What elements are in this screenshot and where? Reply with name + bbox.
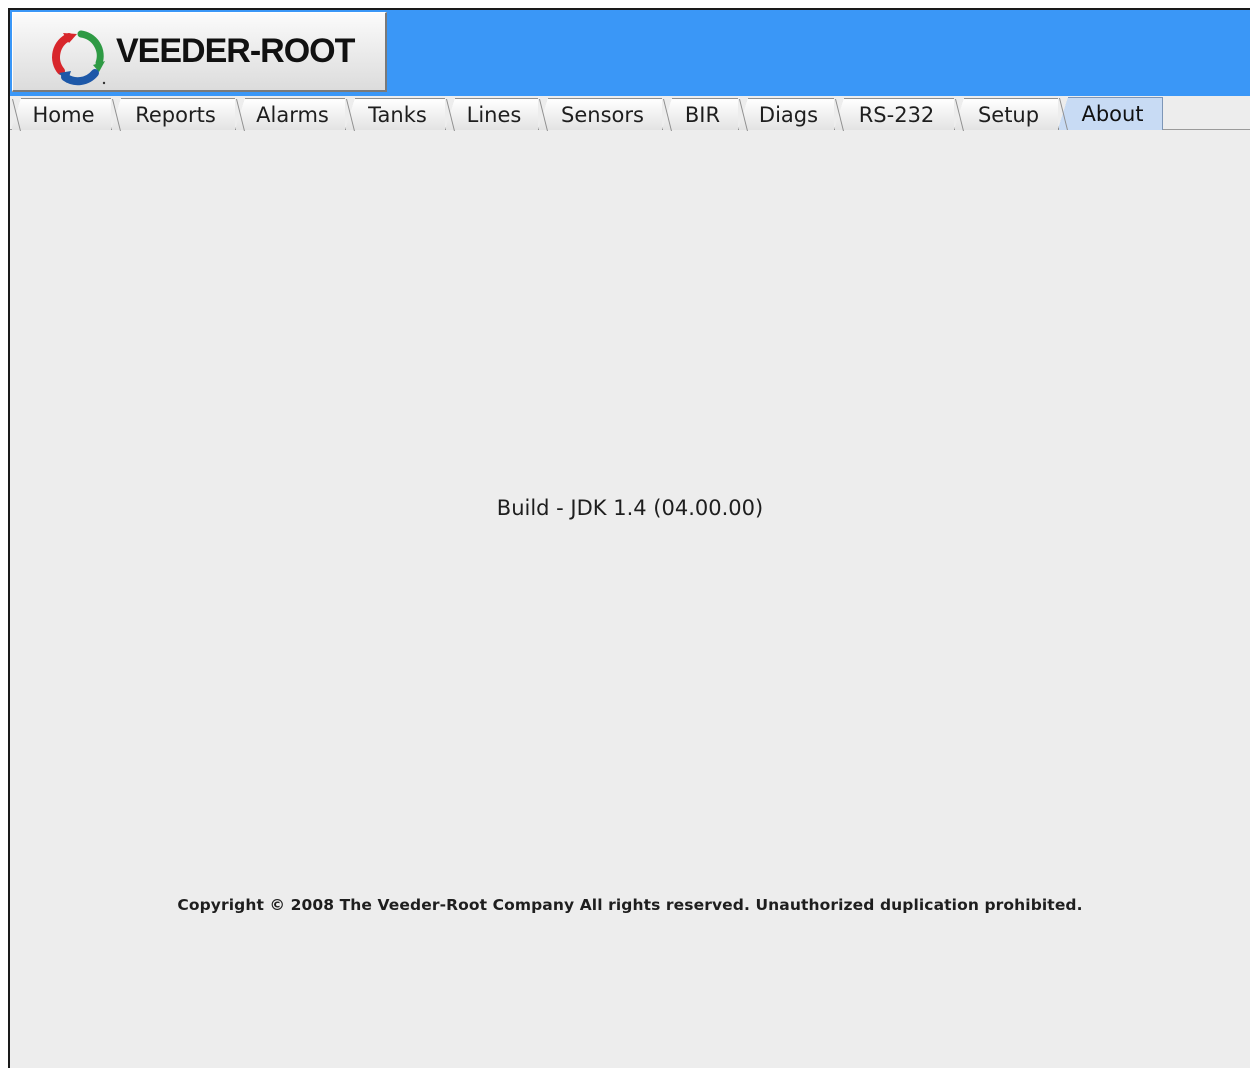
tab-reports[interactable]: Reports <box>111 98 236 130</box>
tab-label: Reports <box>135 102 216 127</box>
tab-label: Alarms <box>256 102 329 127</box>
tab-alarms[interactable]: Alarms <box>235 98 346 130</box>
tab-home[interactable]: Home <box>11 98 112 130</box>
tab-bir[interactable]: BIR <box>662 98 739 130</box>
logo-panel: VEEDER-ROOT <box>12 12 387 92</box>
tab-strip: Home Reports Alarms Tanks Lines Sensors … <box>10 96 1250 132</box>
tab-setup[interactable]: Setup <box>954 98 1059 130</box>
tab-label: Diags <box>758 102 819 127</box>
about-panel: Build - JDK 1.4 (04.00.00) Copyright © 2… <box>10 132 1250 1068</box>
application-window: VEEDER-ROOT Home Reports Alarms Tanks Li… <box>8 8 1250 1068</box>
header-banner: VEEDER-ROOT <box>10 10 1250 96</box>
veeder-root-logo-icon <box>52 30 106 86</box>
tab-label: Home <box>32 102 95 127</box>
logo-wordmark: VEEDER-ROOT <box>116 32 355 70</box>
tab-label: BIR <box>684 102 721 127</box>
copyright-notice: Copyright © 2008 The Veeder-Root Company… <box>177 896 1083 914</box>
tab-bar: Home Reports Alarms Tanks Lines Sensors … <box>11 97 1163 130</box>
tab-rs-232[interactable]: RS-232 <box>834 98 955 130</box>
tab-label: Setup <box>977 102 1040 127</box>
tab-label: RS-232 <box>858 102 935 127</box>
tab-sensors[interactable]: Sensors <box>538 98 663 130</box>
tab-about[interactable]: About <box>1058 97 1163 130</box>
tab-label: Sensors <box>561 102 644 127</box>
tab-tanks[interactable]: Tanks <box>345 98 446 130</box>
tab-label: Lines <box>466 102 522 127</box>
build-version-label: Build - JDK 1.4 (04.00.00) <box>496 496 764 520</box>
tab-label: Tanks <box>368 102 427 127</box>
tab-label: About <box>1081 102 1144 126</box>
tab-diags[interactable]: Diags <box>738 98 835 130</box>
tab-lines[interactable]: Lines <box>445 98 539 130</box>
